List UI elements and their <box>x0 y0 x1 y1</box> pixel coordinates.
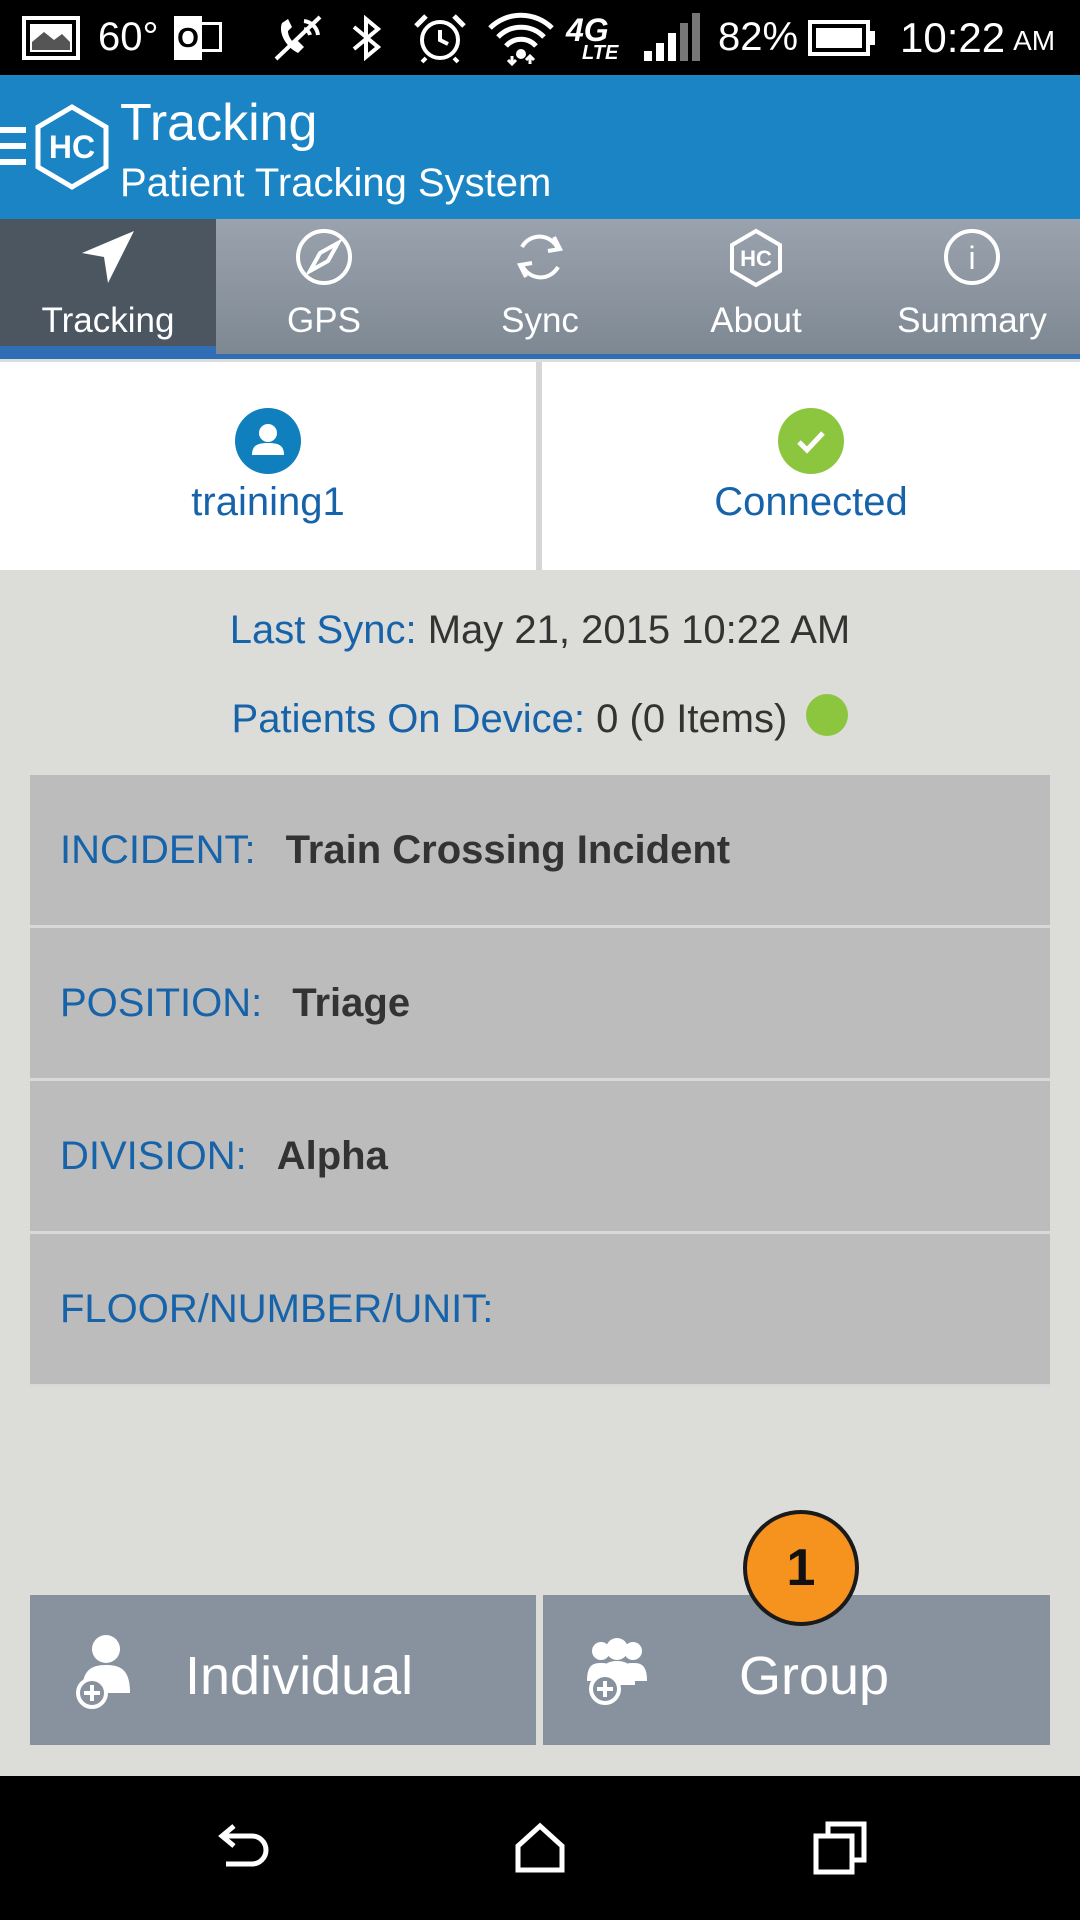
step-number-badge: 1 <box>743 1510 859 1626</box>
tab-label: Tracking <box>41 301 175 340</box>
last-sync-line: Last Sync: May 21, 2015 10:22 AM <box>0 608 1080 653</box>
info-icon: i <box>944 229 1000 285</box>
add-person-icon <box>76 1635 130 1709</box>
app-subtitle: Patient Tracking System <box>120 161 552 205</box>
compass-icon <box>296 229 352 285</box>
tab-label: Summary <box>897 301 1047 340</box>
recent-apps-icon[interactable] <box>810 1818 870 1878</box>
home-icon[interactable] <box>510 1818 570 1878</box>
individual-button[interactable]: Individual <box>30 1595 536 1745</box>
floor-row[interactable]: FLOOR/NUMBER/UNIT: <box>30 1234 1050 1387</box>
position-row[interactable]: POSITION: Triage <box>30 928 1050 1081</box>
connection-panel[interactable]: Connected <box>542 362 1080 570</box>
battery-percent: 82% <box>718 15 799 59</box>
svg-text:i: i <box>968 240 975 276</box>
navigation-bar <box>0 1776 1080 1920</box>
lte-icon: 4G LTE <box>566 11 619 64</box>
details-list: INCIDENT: Train Crossing Incident POSITIO… <box>30 775 1050 1387</box>
mute-vibrate-icon <box>270 0 326 75</box>
hc-logo[interactable]: HC <box>32 103 112 191</box>
last-sync-value: May 21, 2015 10:22 AM <box>427 608 851 652</box>
signal-icon <box>644 0 700 75</box>
app-title: Tracking <box>120 94 318 152</box>
clock-ampm: AM <box>1013 24 1056 56</box>
gallery-icon <box>22 0 80 75</box>
tab-about[interactable]: HC About <box>648 219 864 354</box>
clock-time: 10:22 <box>900 13 1006 61</box>
floor-label: FLOOR/NUMBER/UNIT: <box>60 1287 494 1331</box>
connection-status: Connected <box>714 480 908 524</box>
username: training1 <box>191 480 345 524</box>
navigation-arrow-icon <box>82 231 134 283</box>
patients-label: Patients On Device: <box>231 697 586 741</box>
status-bar: 60° O 4G LTE 82% 10:22 AM <box>0 0 1080 75</box>
tab-bar: Tracking GPS Sync HC About i Summary <box>0 219 1080 359</box>
incident-value: Train Crossing Incident <box>285 828 731 872</box>
tab-gps[interactable]: GPS <box>216 219 432 354</box>
last-sync-label: Last Sync: <box>229 608 417 652</box>
bluetooth-icon <box>350 0 384 75</box>
status-dot <box>806 694 849 736</box>
patients-line: Patients On Device: 0 (0 Items) <box>0 694 1080 742</box>
tab-summary[interactable]: i Summary <box>864 219 1080 354</box>
position-label: POSITION: <box>60 981 263 1025</box>
svg-text:HC: HC <box>49 129 95 165</box>
tab-label: Sync <box>501 301 579 340</box>
check-icon <box>778 408 844 474</box>
division-row[interactable]: DIVISION: Alpha <box>30 1081 1050 1234</box>
battery-icon <box>808 0 876 75</box>
app-header: HC Tracking Patient Tracking System <box>0 75 1080 219</box>
sync-icon <box>517 234 563 280</box>
tab-label: About <box>710 301 802 340</box>
outlook-icon: O <box>174 0 224 75</box>
tab-sync[interactable]: Sync <box>432 219 648 354</box>
position-value: Triage <box>292 981 411 1025</box>
hc-logo-icon: HC <box>730 228 782 287</box>
back-icon[interactable] <box>212 1818 272 1878</box>
wifi-icon <box>486 0 556 75</box>
division-label: DIVISION: <box>60 1134 247 1178</box>
incident-label: INCIDENT: <box>60 828 256 872</box>
menu-icon[interactable] <box>0 127 26 167</box>
division-value: Alpha <box>276 1134 388 1178</box>
tab-tracking[interactable]: Tracking <box>0 219 216 354</box>
group-label: Group <box>739 1646 890 1706</box>
user-icon <box>235 408 301 474</box>
patients-value: 0 (0 Items) <box>596 697 788 741</box>
temperature-text: 60° <box>98 15 159 59</box>
individual-label: Individual <box>185 1646 414 1706</box>
user-panel[interactable]: training1 <box>0 362 536 570</box>
incident-row[interactable]: INCIDENT: Train Crossing Incident <box>30 775 1050 928</box>
svg-text:HC: HC <box>740 246 772 271</box>
add-group-icon <box>587 1638 647 1705</box>
tab-label: GPS <box>287 301 361 340</box>
alarm-icon <box>412 0 468 75</box>
